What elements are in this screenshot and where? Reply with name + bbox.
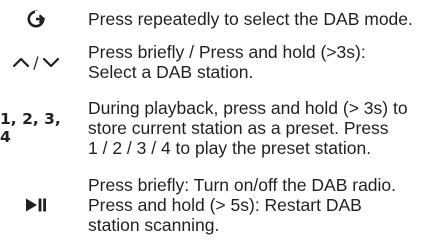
instruction-line: store current station as a preset. Press: [88, 118, 389, 138]
play-pause-icon: [0, 198, 72, 212]
instruction-line: During playback, press and hold (> 3s) t…: [88, 98, 408, 118]
instruction-text: Press briefly / Press and hold (>3s): Se…: [88, 42, 424, 82]
instruction-line: Press briefly: Turn on/off the DAB radio…: [88, 175, 397, 195]
source-mode-icon: [0, 9, 72, 29]
instruction-line: Press repeatedly to select the DAB mode.: [88, 9, 413, 29]
instruction-text: Press repeatedly to select the DAB mode.: [88, 9, 424, 29]
instruction-text: Press briefly: Turn on/off the DAB radio…: [88, 175, 424, 235]
up-down-arrows-symbol: /: [0, 53, 72, 72]
instruction-line: Press and hold (> 5s): Restart DAB: [88, 195, 362, 215]
instruction-line: 1 / 2 / 3 / 4 to play the preset station…: [88, 138, 372, 158]
instruction-line: Press briefly / Press and hold (>3s):: [88, 42, 366, 62]
instruction-text: During playback, press and hold (> 3s) t…: [88, 98, 424, 158]
chevron-down-icon: [42, 57, 59, 68]
instruction-row-arrows: / Press briefly / Press and hold (>3s): …: [0, 40, 424, 84]
chevron-up-icon: [13, 57, 30, 68]
instruction-row-presets: 1, 2, 3, 4 During playback, press and ho…: [0, 95, 424, 161]
instruction-line: Select a DAB station.: [88, 62, 254, 82]
instruction-line: station scanning.: [88, 215, 220, 235]
slash-separator: /: [33, 52, 39, 72]
preset-numbers-label: 1, 2, 3, 4: [0, 110, 61, 146]
instruction-row-play-pause: Press briefly: Turn on/off the DAB radio…: [0, 172, 424, 238]
instruction-row-source: Press repeatedly to select the DAB mode.: [0, 7, 424, 31]
preset-numbers: 1, 2, 3, 4: [0, 110, 72, 146]
